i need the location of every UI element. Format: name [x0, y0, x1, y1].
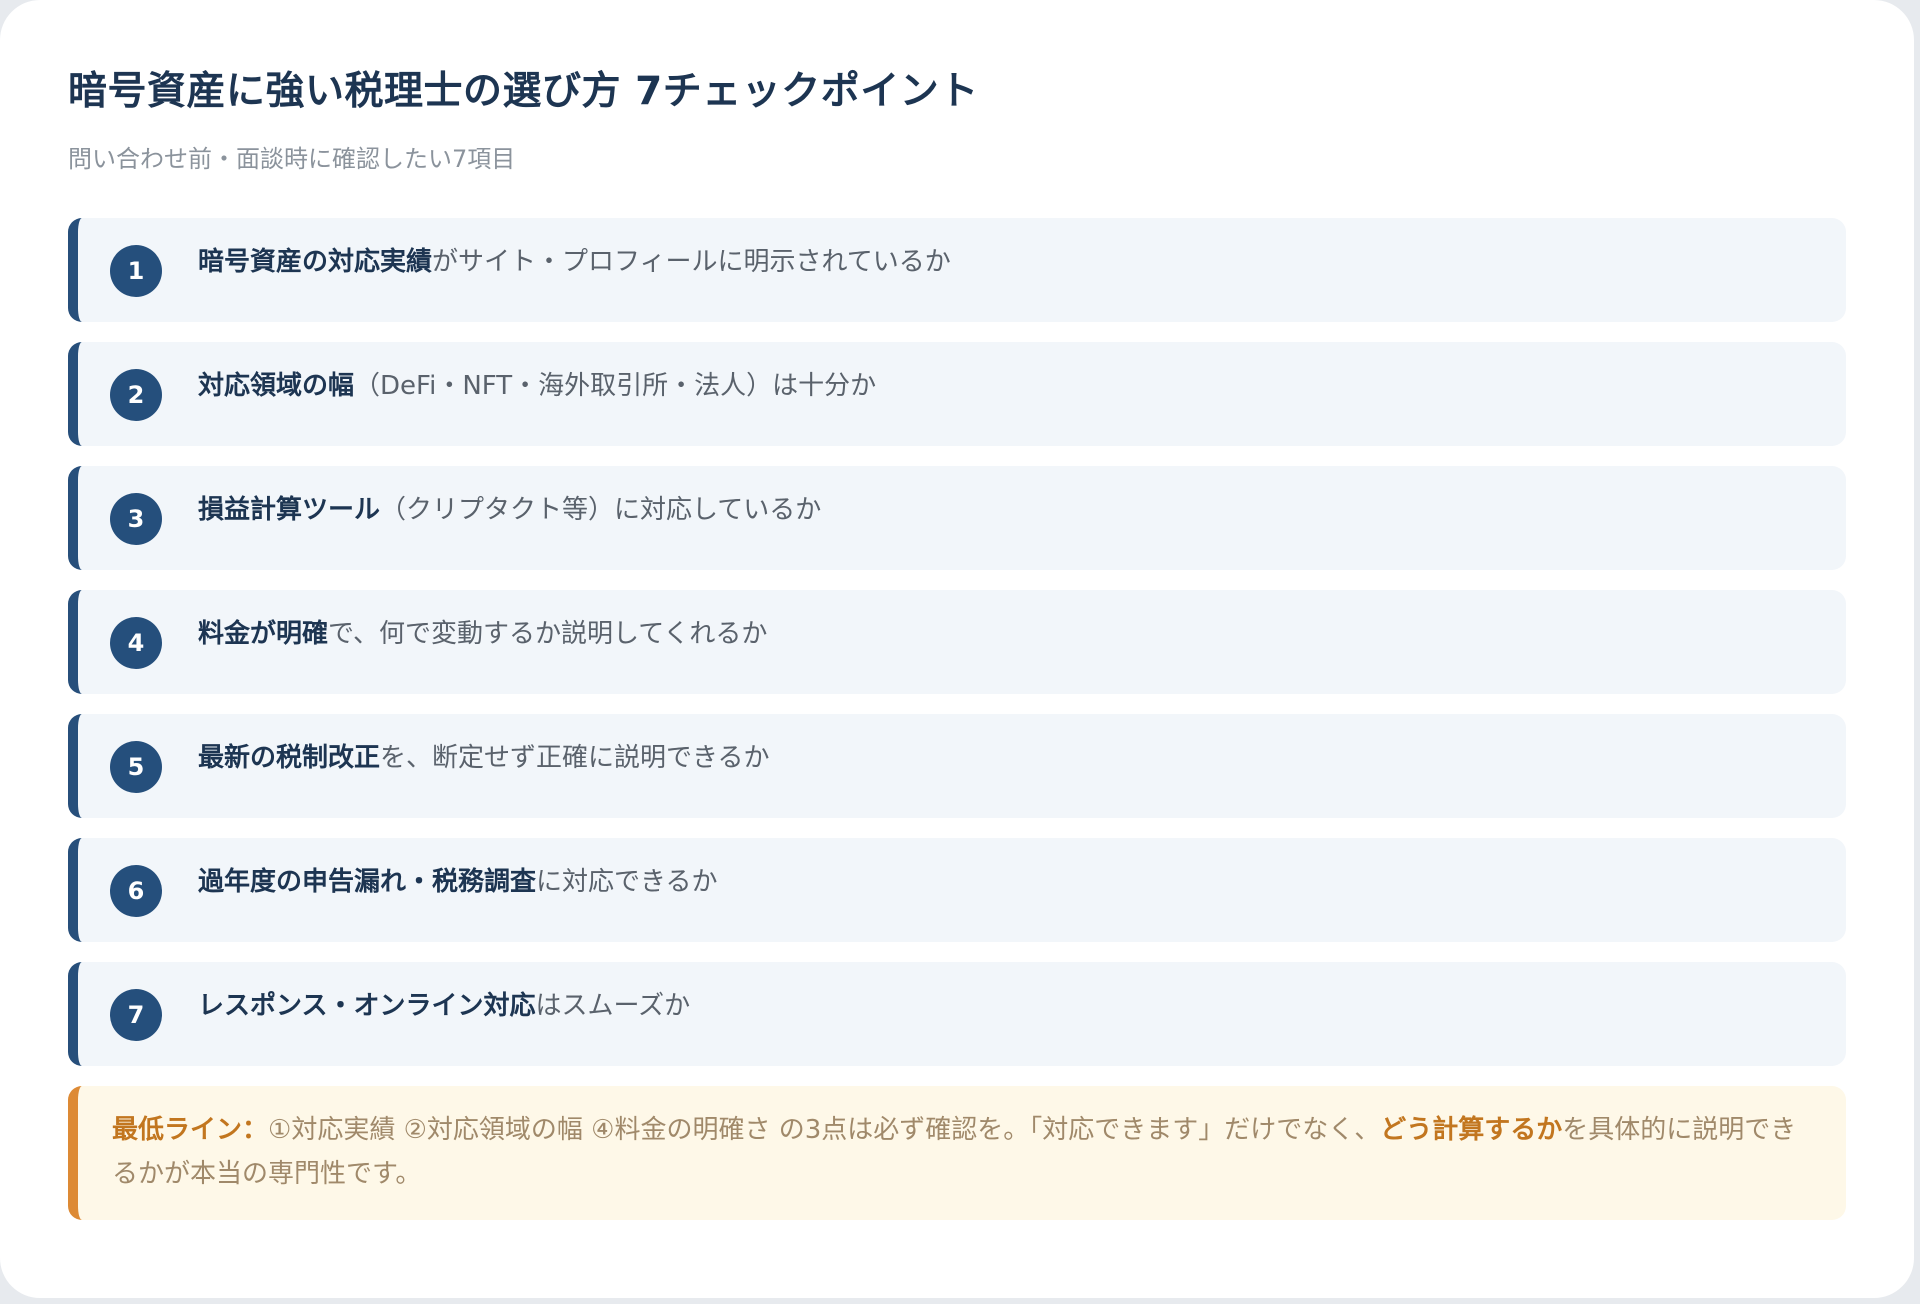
minimum-line-note: 最低ライン：①対応実績 ②対応領域の幅 ④料金の明確さ の3点は必ず確認を。「対…	[68, 1086, 1846, 1220]
checklist-item-1: 1 暗号資産の対応実績がサイト・プロフィールに明示されているか	[68, 218, 1846, 322]
checklist-item-keyword: 暗号資産の対応実績	[198, 247, 433, 277]
number-badge: 1	[110, 245, 162, 297]
checklist-item-detail: （クリプタクト等）に対応しているか	[380, 495, 822, 525]
number-badge: 4	[110, 617, 162, 669]
checklist-item-detail: （DeFi・NFT・海外取引所・法人）は十分か	[354, 371, 877, 401]
checklist-item-text: 対応領域の幅（DeFi・NFT・海外取引所・法人）は十分か	[198, 366, 876, 406]
checklist-item-3: 3 損益計算ツール（クリプタクト等）に対応しているか	[68, 466, 1846, 570]
note-text: ①対応実績 ②対応領域の幅 ④料金の明確さ の3点は必ず確認を。「対応できます」…	[268, 1115, 1381, 1145]
note-emphasis: どう計算するか	[1380, 1115, 1563, 1145]
number-badge: 3	[110, 493, 162, 545]
checklist-item-text: 損益計算ツール（クリプタクト等）に対応しているか	[198, 490, 821, 530]
checklist-item-keyword: レスポンス・オンライン対応	[198, 991, 536, 1021]
number-badge: 6	[110, 865, 162, 917]
checklist-item-text: 暗号資産の対応実績がサイト・プロフィールに明示されているか	[198, 242, 951, 282]
checklist-item-text: 過年度の申告漏れ・税務調査に対応できるか	[198, 862, 718, 902]
checklist-item-2: 2 対応領域の幅（DeFi・NFT・海外取引所・法人）は十分か	[68, 342, 1846, 446]
number-badge: 7	[110, 989, 162, 1041]
page-title: 暗号資産に強い税理士の選び方 7チェックポイント	[68, 69, 979, 114]
checklist-item-keyword: 最新の税制改正	[198, 743, 381, 773]
checklist-item-detail: がサイト・プロフィールに明示されているか	[432, 247, 951, 277]
checklist-item-keyword: 損益計算ツール	[198, 495, 381, 525]
checklist-item-text: 最新の税制改正を、断定せず正確に説明できるか	[198, 738, 770, 778]
checklist-item-5: 5 最新の税制改正を、断定せず正確に説明できるか	[68, 714, 1846, 818]
checklist-item-detail: を、断定せず正確に説明できるか	[380, 743, 770, 773]
checklist-item-6: 6 過年度の申告漏れ・税務調査に対応できるか	[68, 838, 1846, 942]
checklist: 1 暗号資産の対応実績がサイト・プロフィールに明示されているか 2 対応領域の幅…	[68, 218, 1846, 1066]
note-label: 最低ライン：	[112, 1115, 269, 1145]
number-badge: 2	[110, 369, 162, 421]
checklist-item-keyword: 過年度の申告漏れ・税務調査	[198, 867, 537, 897]
number-badge: 5	[110, 741, 162, 793]
checklist-item-detail: はスムーズか	[535, 991, 691, 1021]
checklist-card: 暗号資産に強い税理士の選び方 7チェックポイント 問い合わせ前・面談時に確認した…	[0, 0, 1914, 1298]
checklist-item-4: 4 料金が明確で、何で変動するか説明してくれるか	[68, 590, 1846, 694]
checklist-item-7: 7 レスポンス・オンライン対応はスムーズか	[68, 962, 1846, 1066]
checklist-item-text: 料金が明確で、何で変動するか説明してくれるか	[198, 614, 767, 654]
checklist-item-detail: に対応できるか	[536, 867, 718, 897]
checklist-item-keyword: 対応領域の幅	[198, 371, 355, 401]
page-subtitle: 問い合わせ前・面談時に確認したい7項目	[68, 145, 516, 173]
checklist-item-detail: で、何で変動するか説明してくれるか	[328, 619, 768, 649]
checklist-item-keyword: 料金が明確	[198, 619, 329, 649]
checklist-item-text: レスポンス・オンライン対応はスムーズか	[198, 986, 690, 1026]
